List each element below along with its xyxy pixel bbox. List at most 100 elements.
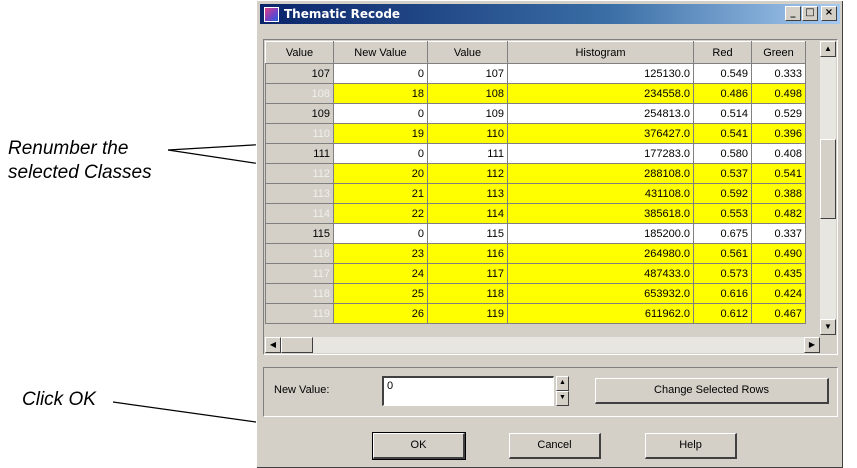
row-header[interactable]: 119 <box>265 303 334 324</box>
red-cell[interactable]: 0.675 <box>693 223 752 244</box>
new-value-cell[interactable]: 25 <box>333 283 428 304</box>
value-cell[interactable]: 118 <box>427 283 508 304</box>
new-value-cell[interactable]: 21 <box>333 183 428 204</box>
minimize-button[interactable]: _ <box>785 6 801 21</box>
row-header[interactable]: 107 <box>265 63 334 84</box>
col-header-value-2[interactable]: Value <box>427 41 508 64</box>
table-row[interactable]: 116 23 116 264980.0 0.561 0.490 <box>265 243 806 264</box>
horizontal-scrollbar[interactable]: ◀ ▶ <box>265 337 820 353</box>
table-row[interactable]: 108 18 108 234558.0 0.486 0.498 <box>265 83 806 104</box>
histogram-cell[interactable]: 385618.0 <box>507 203 694 224</box>
histogram-cell[interactable]: 264980.0 <box>507 243 694 264</box>
red-cell[interactable]: 0.612 <box>693 303 752 324</box>
green-cell[interactable]: 0.337 <box>751 223 806 244</box>
row-header[interactable]: 115 <box>265 223 334 244</box>
new-value-cell[interactable]: 18 <box>333 83 428 104</box>
histogram-cell[interactable]: 611962.0 <box>507 303 694 324</box>
title-bar[interactable]: Thematic Recode _ □ × <box>260 4 840 24</box>
row-header[interactable]: 117 <box>265 263 334 284</box>
scroll-right-icon[interactable]: ▶ <box>804 337 820 353</box>
scroll-up-icon[interactable]: ▲ <box>820 41 836 57</box>
new-value-cell[interactable]: 0 <box>333 63 428 84</box>
scroll-down-icon[interactable]: ▼ <box>820 319 836 335</box>
green-cell[interactable]: 0.467 <box>751 303 806 324</box>
new-value-cell[interactable]: 0 <box>333 223 428 244</box>
new-value-cell[interactable]: 20 <box>333 163 428 184</box>
value-cell[interactable]: 119 <box>427 303 508 324</box>
histogram-cell[interactable]: 177283.0 <box>507 143 694 164</box>
red-cell[interactable]: 0.580 <box>693 143 752 164</box>
value-cell[interactable]: 111 <box>427 143 508 164</box>
green-cell[interactable]: 0.498 <box>751 83 806 104</box>
help-button[interactable]: Help <box>645 433 737 459</box>
red-cell[interactable]: 0.561 <box>693 243 752 264</box>
histogram-cell[interactable]: 431108.0 <box>507 183 694 204</box>
table-row[interactable]: 117 24 117 487433.0 0.573 0.435 <box>265 263 806 284</box>
histogram-cell[interactable]: 653932.0 <box>507 283 694 304</box>
table-row[interactable]: 112 20 112 288108.0 0.537 0.541 <box>265 163 806 184</box>
new-value-spinner[interactable]: ▲ ▼ <box>556 376 569 406</box>
green-cell[interactable]: 0.482 <box>751 203 806 224</box>
table-row[interactable]: 119 26 119 611962.0 0.612 0.467 <box>265 303 806 324</box>
green-cell[interactable]: 0.396 <box>751 123 806 144</box>
row-header[interactable]: 114 <box>265 203 334 224</box>
histogram-cell[interactable]: 254813.0 <box>507 103 694 124</box>
value-cell[interactable]: 109 <box>427 103 508 124</box>
new-value-cell[interactable]: 0 <box>333 143 428 164</box>
red-cell[interactable]: 0.549 <box>693 63 752 84</box>
col-header-new-value[interactable]: New Value <box>333 41 428 64</box>
green-cell[interactable]: 0.333 <box>751 63 806 84</box>
histogram-cell[interactable]: 487433.0 <box>507 263 694 284</box>
value-cell[interactable]: 117 <box>427 263 508 284</box>
value-cell[interactable]: 116 <box>427 243 508 264</box>
maximize-button[interactable]: □ <box>802 6 818 21</box>
row-header[interactable]: 112 <box>265 163 334 184</box>
row-header[interactable]: 113 <box>265 183 334 204</box>
histogram-cell[interactable]: 234558.0 <box>507 83 694 104</box>
green-cell[interactable]: 0.388 <box>751 183 806 204</box>
red-cell[interactable]: 0.592 <box>693 183 752 204</box>
green-cell[interactable]: 0.490 <box>751 243 806 264</box>
table-row[interactable]: 115 0 115 185200.0 0.675 0.337 <box>265 223 806 244</box>
horizontal-scroll-thumb[interactable] <box>281 337 313 353</box>
histogram-cell[interactable]: 288108.0 <box>507 163 694 184</box>
table-row[interactable]: 118 25 118 653932.0 0.616 0.424 <box>265 283 806 304</box>
value-cell[interactable]: 113 <box>427 183 508 204</box>
value-cell[interactable]: 112 <box>427 163 508 184</box>
col-header-green[interactable]: Green <box>751 41 806 64</box>
value-cell[interactable]: 110 <box>427 123 508 144</box>
new-value-cell[interactable]: 24 <box>333 263 428 284</box>
change-selected-rows-button[interactable]: Change Selected Rows <box>595 378 829 404</box>
vertical-scroll-thumb[interactable] <box>820 139 836 219</box>
new-value-cell[interactable]: 0 <box>333 103 428 124</box>
col-header-histogram[interactable]: Histogram <box>507 41 694 64</box>
green-cell[interactable]: 0.424 <box>751 283 806 304</box>
table-row[interactable]: 107 0 107 125130.0 0.549 0.333 <box>265 63 806 84</box>
value-cell[interactable]: 114 <box>427 203 508 224</box>
table-row[interactable]: 113 21 113 431108.0 0.592 0.388 <box>265 183 806 204</box>
row-header[interactable]: 111 <box>265 143 334 164</box>
ok-button[interactable]: OK <box>372 432 466 460</box>
table-row[interactable]: 111 0 111 177283.0 0.580 0.408 <box>265 143 806 164</box>
red-cell[interactable]: 0.616 <box>693 283 752 304</box>
histogram-cell[interactable]: 125130.0 <box>507 63 694 84</box>
red-cell[interactable]: 0.514 <box>693 103 752 124</box>
red-cell[interactable]: 0.541 <box>693 123 752 144</box>
red-cell[interactable]: 0.486 <box>693 83 752 104</box>
green-cell[interactable]: 0.435 <box>751 263 806 284</box>
green-cell[interactable]: 0.529 <box>751 103 806 124</box>
spin-up-icon[interactable]: ▲ <box>556 376 569 391</box>
col-header-red[interactable]: Red <box>693 41 752 64</box>
scroll-left-icon[interactable]: ◀ <box>265 337 281 353</box>
table-row[interactable]: 110 19 110 376427.0 0.541 0.396 <box>265 123 806 144</box>
spin-down-icon[interactable]: ▼ <box>556 391 569 406</box>
row-header[interactable]: 109 <box>265 103 334 124</box>
red-cell[interactable]: 0.553 <box>693 203 752 224</box>
histogram-cell[interactable]: 185200.0 <box>507 223 694 244</box>
col-header-value[interactable]: Value <box>265 41 334 64</box>
green-cell[interactable]: 0.541 <box>751 163 806 184</box>
green-cell[interactable]: 0.408 <box>751 143 806 164</box>
row-header[interactable]: 108 <box>265 83 334 104</box>
new-value-cell[interactable]: 23 <box>333 243 428 264</box>
new-value-input[interactable]: 0 <box>382 376 554 406</box>
